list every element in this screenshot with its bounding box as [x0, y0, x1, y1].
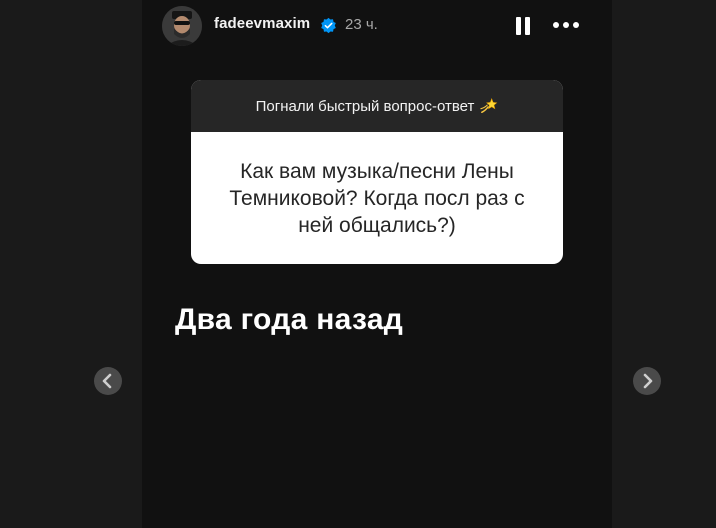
question-sticker[interactable]: Погнали быстрый вопрос-ответ Как вам муз… [191, 80, 563, 264]
chevron-right-icon [643, 373, 653, 389]
story-header: fadeevmaxim 23 ч. [142, 0, 612, 52]
answer-text: Два года назад [175, 303, 404, 336]
question-text: Как вам музыка/песни Лены Темниковой? Ко… [229, 159, 525, 237]
chevron-left-icon [102, 373, 112, 389]
story-viewer: fadeevmaxim 23 ч. Погнали быстрый вопрос… [0, 0, 716, 528]
question-prompt: Погнали быстрый вопрос-ответ [255, 97, 475, 115]
post-time: 23 ч. [345, 16, 378, 33]
dizzy-star-emoji-icon [480, 98, 498, 114]
username[interactable]: fadeevmaxim [214, 15, 310, 32]
pause-button[interactable] [512, 14, 534, 38]
avatar-image [162, 6, 202, 46]
verified-badge-icon [321, 17, 336, 34]
previous-story-button[interactable] [94, 367, 122, 395]
story-frame[interactable]: fadeevmaxim 23 ч. Погнали быстрый вопрос… [142, 0, 612, 528]
more-options-button[interactable] [552, 16, 580, 36]
avatar[interactable] [162, 6, 202, 46]
next-story-button[interactable] [633, 367, 661, 395]
question-prompt-header: Погнали быстрый вопрос-ответ [191, 80, 563, 132]
